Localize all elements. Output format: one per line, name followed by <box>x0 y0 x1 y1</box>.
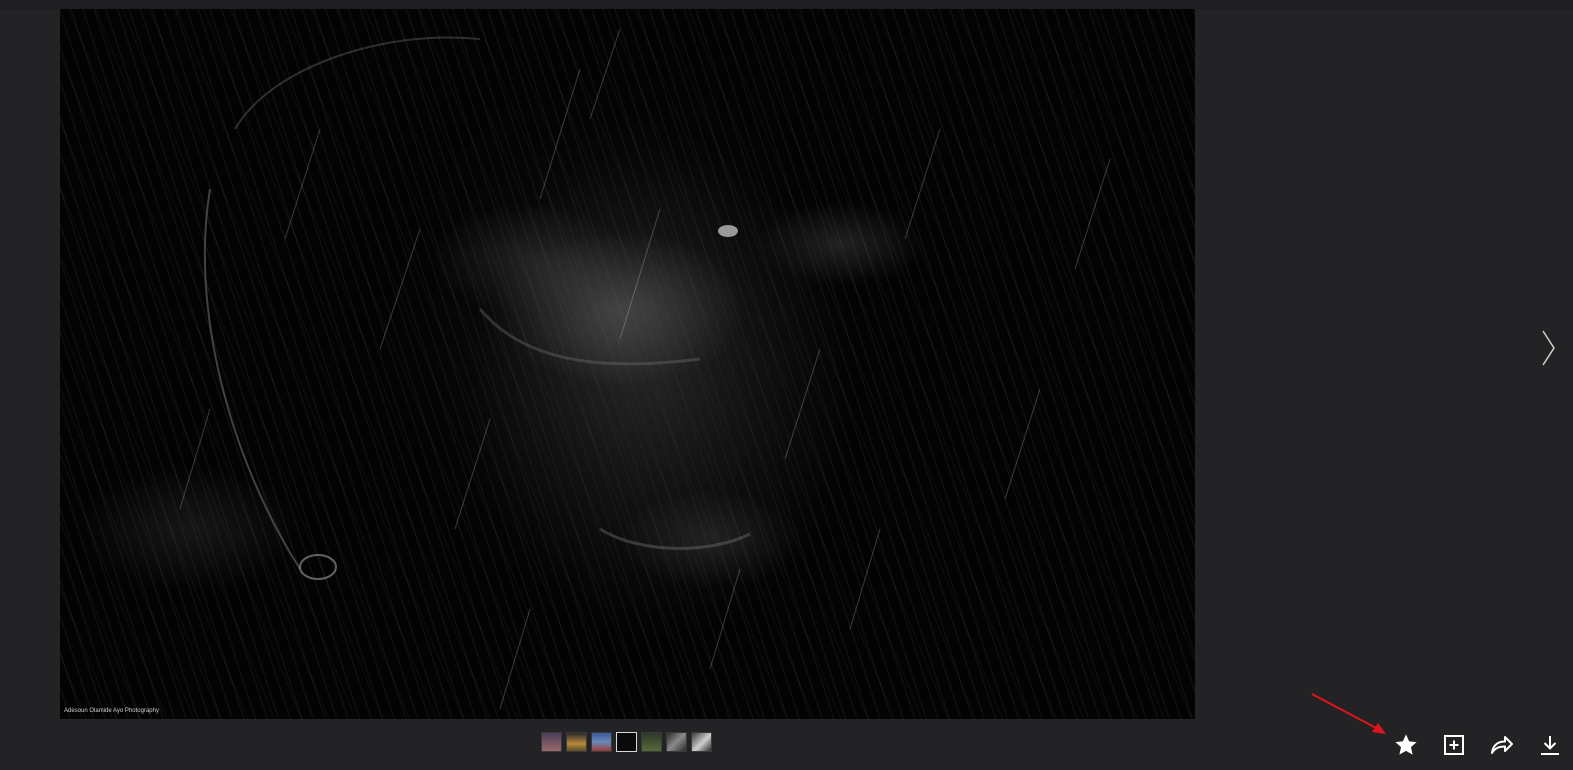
photo-actions <box>1390 731 1573 759</box>
thumbnail[interactable] <box>641 732 662 752</box>
photo-rain-overlay <box>179 28 1111 710</box>
next-photo-button[interactable] <box>1538 328 1560 368</box>
photo-viewer: Adesoun Olamide Ayo Photography <box>0 0 1573 770</box>
share-icon <box>1491 736 1513 754</box>
thumbnail[interactable] <box>591 732 612 752</box>
download-button[interactable] <box>1534 731 1566 759</box>
thumbnail[interactable] <box>691 732 712 752</box>
thumbnail[interactable] <box>566 732 587 752</box>
chevron-right-icon <box>1542 330 1555 366</box>
download-icon <box>1541 736 1559 755</box>
star-icon <box>1395 734 1417 755</box>
top-strip <box>0 0 1573 9</box>
favorite-button[interactable] <box>1390 731 1422 759</box>
share-button[interactable] <box>1486 731 1518 759</box>
thumbnail[interactable] <box>541 732 562 752</box>
thumbnail-strip <box>541 732 712 754</box>
thumbnail[interactable] <box>666 732 687 752</box>
thumbnail-active[interactable] <box>616 732 637 752</box>
add-to-collection-button[interactable] <box>1438 731 1470 759</box>
photo-credit: Adesoun Olamide Ayo Photography <box>64 708 159 714</box>
plus-square-icon <box>1444 735 1464 755</box>
annotation-arrow <box>1308 690 1388 736</box>
main-photo[interactable]: Adesoun Olamide Ayo Photography <box>60 9 1195 719</box>
